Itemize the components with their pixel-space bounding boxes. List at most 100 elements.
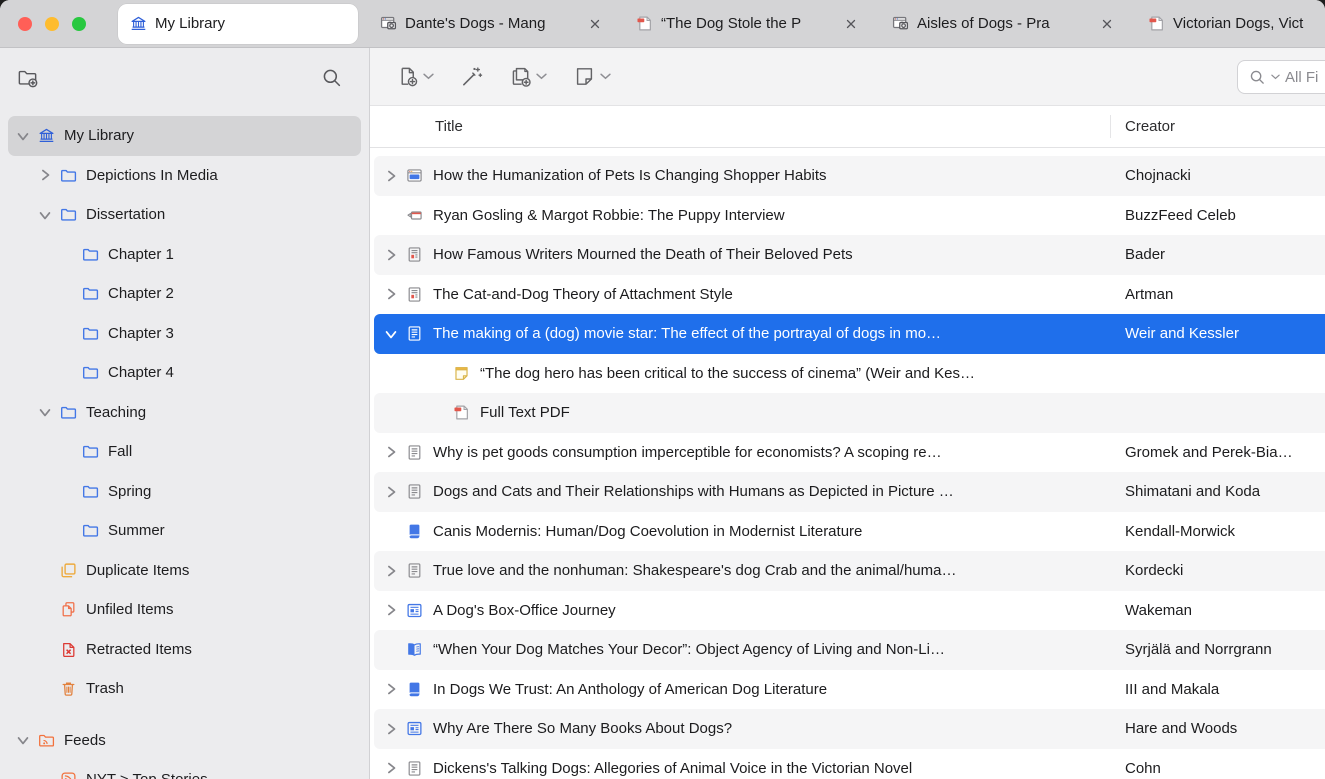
twisty-collapsed-icon[interactable]: [38, 168, 52, 182]
new-note-button[interactable]: [573, 65, 611, 88]
sidebar-item-teaching[interactable]: Teaching: [8, 393, 361, 433]
item-row-how-the-humanization-of-pets-is-changing[interactable]: How the Humanization of Pets Is Changing…: [374, 156, 1325, 196]
column-divider[interactable]: [1110, 115, 1111, 138]
item-title-cell: “The dog hero has been critical to the s…: [374, 365, 1110, 382]
item-row-dickens-s-talking-dogs-allegories-of-ani[interactable]: Dickens's Talking Dogs: Allegories of An…: [374, 749, 1325, 779]
new-attachment-button[interactable]: [509, 65, 547, 88]
collection-search-button[interactable]: [320, 66, 343, 89]
tab-victorian-dogs-vict[interactable]: Victorian Dogs, Vict: [1136, 0, 1325, 47]
twisty-collapsed-icon[interactable]: [384, 722, 398, 736]
twisty-expanded-icon[interactable]: [16, 733, 30, 747]
new-collection-button[interactable]: [16, 66, 39, 89]
sidebar-item-chapter-2[interactable]: Chapter 2: [8, 274, 361, 314]
sidebar-item-trash[interactable]: Trash: [8, 669, 361, 709]
zoom-window-button[interactable]: [72, 17, 86, 31]
item-creator-cell: BuzzFeed Celeb: [1110, 207, 1325, 224]
sidebar-item-label: Depictions In Media: [86, 167, 218, 184]
book-icon: [406, 523, 423, 540]
sidebar-item-label: Spring: [108, 483, 151, 500]
twisty-collapsed-icon[interactable]: [384, 445, 398, 459]
item-row-why-are-there-so-many-books-about-dogs[interactable]: Why Are There So Many Books About Dogs? H…: [374, 709, 1325, 749]
twisty-slot: [38, 682, 52, 696]
twisty-collapsed-icon[interactable]: [384, 603, 398, 617]
tab-close-button[interactable]: [586, 15, 604, 33]
column-header-title[interactable]: Title: [435, 106, 463, 148]
new-item-icon: [396, 65, 419, 88]
twisty-expanded-icon[interactable]: [38, 405, 52, 419]
sidebar-item-nyt-top-stories[interactable]: NYT > Top Stories: [8, 760, 361, 779]
twisty-expanded-icon[interactable]: [38, 208, 52, 222]
sidebar-item-depictions-in-media[interactable]: Depictions In Media: [8, 156, 361, 196]
column-header-creator[interactable]: Creator: [1125, 106, 1175, 148]
item-title: Why Are There So Many Books About Dogs?: [433, 720, 732, 737]
add-by-identifier-button[interactable]: [460, 65, 483, 88]
sidebar-item-my-library[interactable]: My Library: [8, 116, 361, 156]
sidebar-item-chapter-3[interactable]: Chapter 3: [8, 314, 361, 354]
close-window-button[interactable]: [18, 17, 32, 31]
twisty-slot: [60, 445, 74, 459]
sidebar-item-label: Trash: [86, 680, 124, 697]
sidebar-item-spring[interactable]: Spring: [8, 472, 361, 512]
item-row-true-love-and-the-nonhuman-shakespeare-s[interactable]: True love and the nonhuman: Shakespeare'…: [374, 551, 1325, 591]
sidebar-item-retracted-items[interactable]: Retracted Items: [8, 630, 361, 670]
sidebar-item-label: Retracted Items: [86, 641, 192, 658]
sidebar-item-chapter-4[interactable]: Chapter 4: [8, 353, 361, 393]
item-row-a-dog-s-box-office-journey[interactable]: A Dog's Box-Office JourneyWakeman: [374, 591, 1325, 631]
twisty-collapsed-icon[interactable]: [384, 485, 398, 499]
tab-my-library[interactable]: My Library: [118, 4, 358, 44]
item-row-canis-modernis-human-dog-coevolution-in-[interactable]: Canis Modernis: Human/Dog Coevolution in…: [374, 512, 1325, 552]
twisty-collapsed-icon[interactable]: [384, 761, 398, 775]
item-row-dogs-and-cats-and-their-relationships-wi[interactable]: Dogs and Cats and Their Relationships wi…: [374, 472, 1325, 512]
twisty-collapsed-icon[interactable]: [384, 564, 398, 578]
sidebar-item-chapter-1[interactable]: Chapter 1: [8, 235, 361, 275]
collections-pane: My Library Depictions In Media Dissertatio…: [0, 48, 370, 779]
sidebar-item-duplicate-items[interactable]: Duplicate Items: [8, 551, 361, 591]
item-row-when-your-dog-matches-your-decor-object-[interactable]: “When Your Dog Matches Your Decor”: Obje…: [374, 630, 1325, 670]
item-row-why-is-pet-goods-consumption-imperceptib[interactable]: Why is pet goods consumption imperceptib…: [374, 433, 1325, 473]
item-row-how-famous-writers-mourned-the-death-of-[interactable]: How Famous Writers Mourned the Death of …: [374, 235, 1325, 275]
item-title-cell: A Dog's Box-Office Journey: [374, 602, 1110, 619]
chevron-down-icon: [600, 73, 611, 80]
item-row-ryan-gosling-margot-robbie-the-puppy-int[interactable]: Ryan Gosling & Margot Robbie: The Puppy …: [374, 196, 1325, 236]
sidebar-item-label: Chapter 4: [108, 364, 174, 381]
tab-aisles-of-dogs-pra[interactable]: Aisles of Dogs - Pra: [880, 0, 1126, 47]
item-row-the-dog-hero-has-been-critical-to-the-su[interactable]: “The dog hero has been critical to the s…: [374, 354, 1325, 394]
tab-dante-s-dogs-mang[interactable]: Dante's Dogs - Mang: [368, 0, 614, 47]
new-item-button[interactable]: [396, 65, 434, 88]
sidebar-item-fall[interactable]: Fall: [8, 432, 361, 472]
twisty-collapsed-icon[interactable]: [384, 682, 398, 696]
sidebar-item-label: Dissertation: [86, 206, 165, 223]
chevron-down-icon: [536, 73, 547, 80]
twisty-collapsed-icon[interactable]: [384, 248, 398, 262]
tab-close-button[interactable]: [1098, 15, 1116, 33]
sidebar-item-dissertation[interactable]: Dissertation: [8, 195, 361, 235]
new-collection-icon: [16, 66, 39, 89]
twisty-collapsed-icon[interactable]: [384, 169, 398, 183]
snapshot-icon: [892, 15, 909, 32]
twisty-collapsed-icon[interactable]: [384, 287, 398, 301]
duplicates-icon: [60, 562, 77, 579]
minimize-window-button[interactable]: [45, 17, 59, 31]
twisty-slot: [60, 287, 74, 301]
magic-wand-icon: [460, 65, 483, 88]
sidebar-item-unfiled-items[interactable]: Unfiled Items: [8, 590, 361, 630]
twisty-expanded-icon[interactable]: [16, 129, 30, 143]
item-row-full-text-pdf[interactable]: Full Text PDF: [374, 393, 1325, 433]
pdf-icon: [1148, 15, 1165, 32]
item-row-in-dogs-we-trust-an-anthology-of-america[interactable]: In Dogs We Trust: An Anthology of Americ…: [374, 670, 1325, 710]
item-row-the-cat-and-dog-theory-of-attachment-sty[interactable]: The Cat-and-Dog Theory of Attachment Sty…: [374, 275, 1325, 315]
item-title: A Dog's Box-Office Journey: [433, 602, 616, 619]
sidebar-item-summer[interactable]: Summer: [8, 511, 361, 551]
item-creator: Syrjälä and Norrgrann: [1125, 641, 1272, 658]
feeds-icon: [38, 732, 55, 749]
item-creator-cell: Hare and Woods: [1110, 720, 1325, 737]
tab-close-button[interactable]: [842, 15, 860, 33]
chevron-down-icon: [423, 73, 434, 80]
tab-the-dog-stole-the-p[interactable]: “The Dog Stole the P: [624, 0, 870, 47]
twisty-expanded-icon[interactable]: [384, 327, 398, 341]
folder-icon: [60, 167, 77, 184]
sidebar-item-feeds[interactable]: Feeds: [8, 721, 361, 761]
search-box[interactable]: All Fi: [1237, 60, 1325, 94]
retracted-icon: [60, 641, 77, 658]
item-row-the-making-of-a-dog-movie-star-the-effec[interactable]: The making of a (dog) movie star: The ef…: [374, 314, 1325, 354]
